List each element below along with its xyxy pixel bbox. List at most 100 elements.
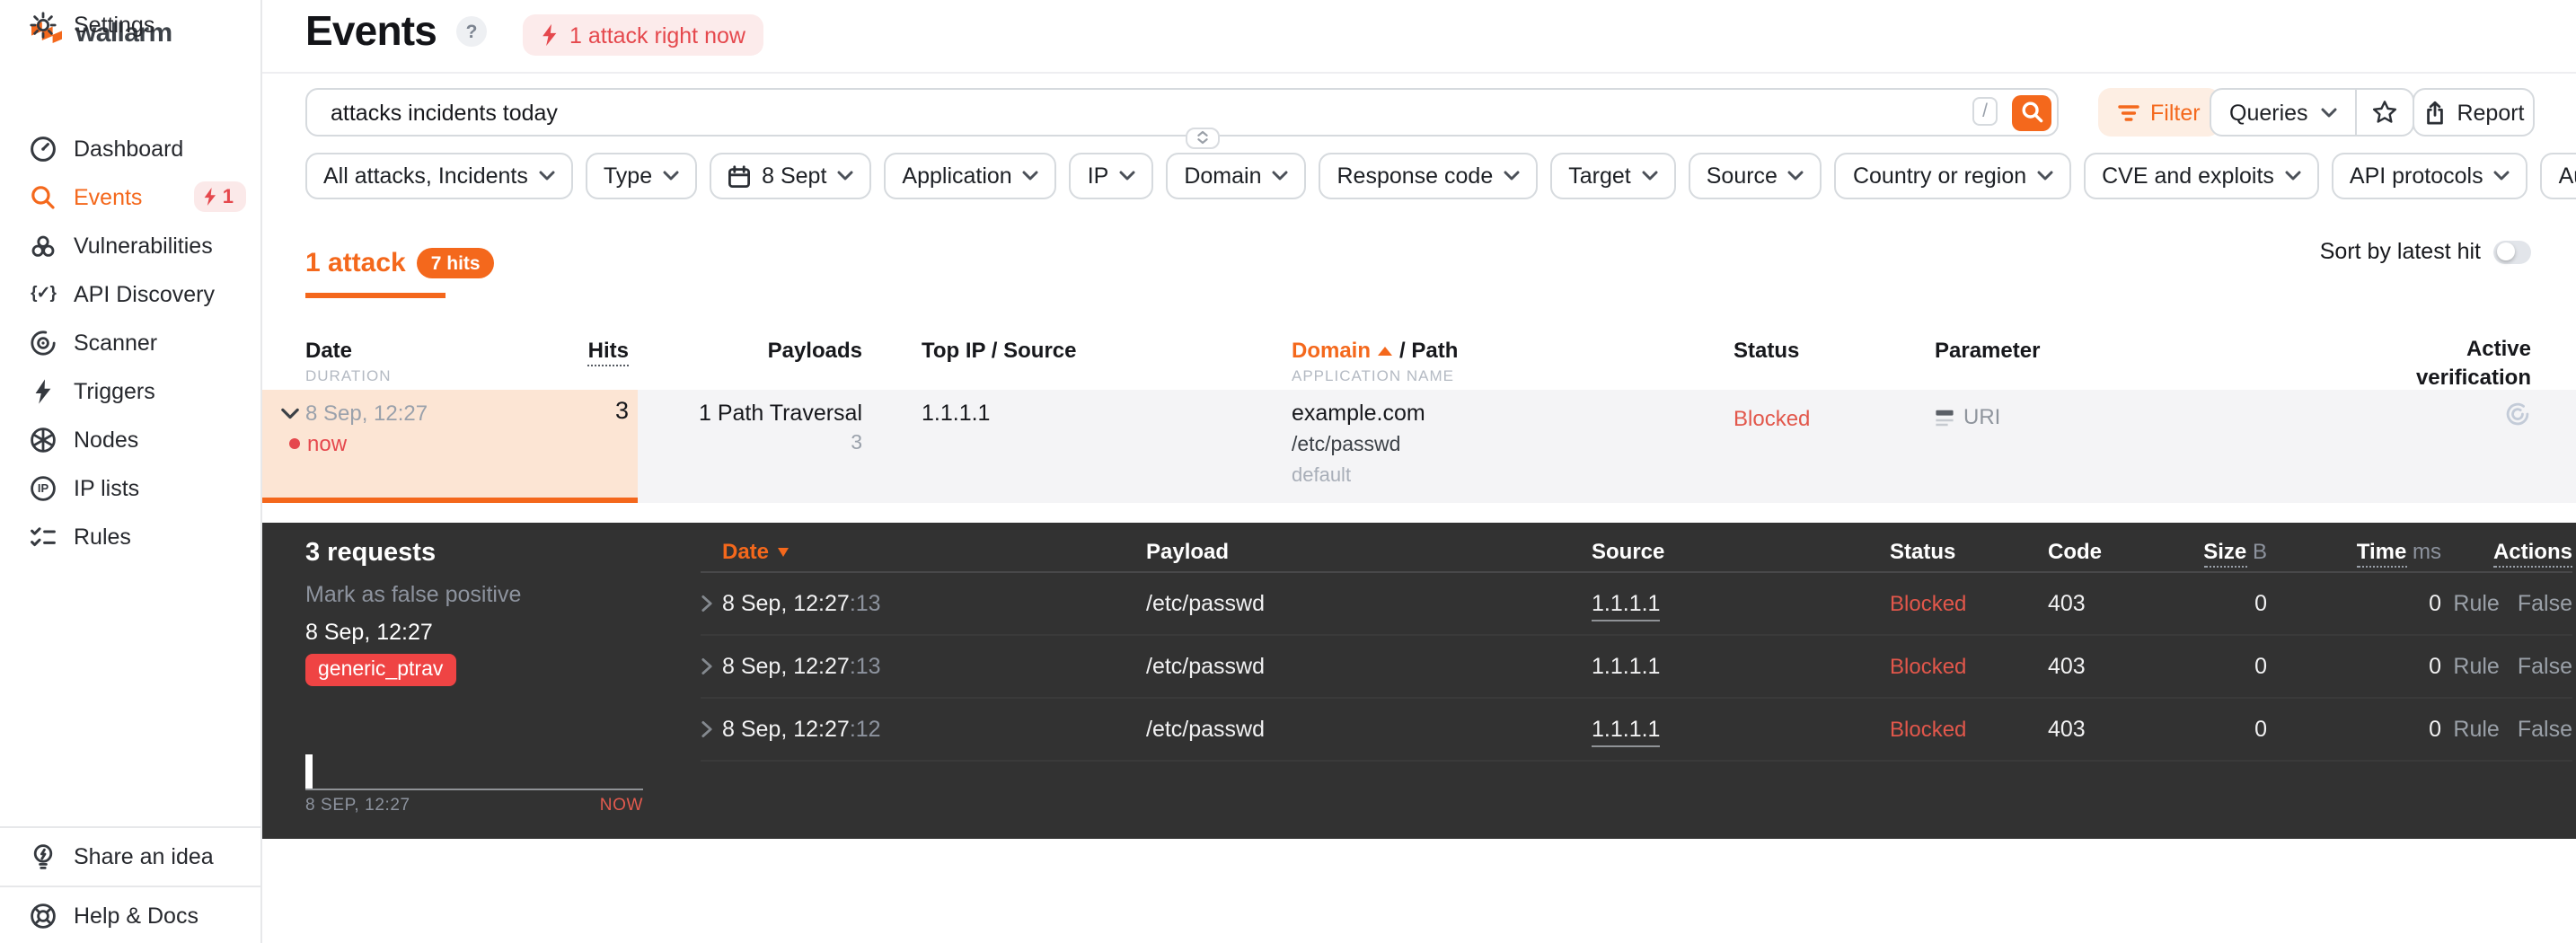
col-hits[interactable]: Hits <box>514 338 629 366</box>
sidebar-item-dashboard[interactable]: Dashboard <box>0 124 260 172</box>
search-input[interactable] <box>307 90 2057 135</box>
rule-action[interactable]: Rule <box>2453 717 2499 742</box>
attack-date: 8 Sep, 12:27 <box>305 401 428 426</box>
request-date: 8 Sep, 12:27:13 <box>722 591 881 616</box>
sidebar-item-nodes[interactable]: Nodes <box>0 415 260 463</box>
favorite-query-button[interactable] <box>2357 90 2413 135</box>
requests-table: Date Payload Source Status Code Size B T… <box>701 530 2572 762</box>
col-domain-path[interactable]: Domain / Path <box>1292 338 1458 363</box>
biohazard-icon <box>29 231 57 260</box>
chevron-down-icon <box>1023 171 1039 181</box>
request-status: Blocked <box>1890 654 1967 679</box>
rule-action[interactable]: Rule <box>2453 591 2499 616</box>
request-payload: /etc/passwd <box>1146 654 1266 679</box>
filter-chip-ip[interactable]: IP <box>1069 153 1154 199</box>
sidebar-item-triggers[interactable]: Triggers <box>0 366 260 415</box>
scanner-icon <box>29 328 57 357</box>
filter-chip-all-attacks[interactable]: All attacks, Incidents <box>305 153 573 199</box>
col-request-status: Status <box>1890 538 1956 563</box>
collapse-row-icon[interactable] <box>280 408 300 420</box>
tab-attacks[interactable]: 1 attack 7 hits <box>305 248 495 278</box>
mark-false-positive-link[interactable]: Mark as false positive <box>305 582 521 607</box>
requests-table-header: Date Payload Source Status Code Size B T… <box>701 530 2572 573</box>
col-request-size[interactable]: Size B <box>2159 538 2267 567</box>
request-row[interactable]: 8 Sep, 12:27:12 /etc/passwd 1.1.1.1 Bloc… <box>701 699 2572 762</box>
filter-button[interactable]: Filter <box>2098 88 2220 137</box>
sidebar-item-help-docs[interactable]: Help & Docs <box>0 896 260 936</box>
attack-payload-type: 1 Path Traversal <box>698 401 862 426</box>
parameter-icon <box>1935 407 1954 427</box>
sidebar-item-scanner[interactable]: Scanner <box>0 318 260 366</box>
sidebar-item-events[interactable]: Events 1 <box>0 172 260 221</box>
sidebar-item-settings[interactable]: Settings <box>0 0 260 48</box>
rule-action[interactable]: Rule <box>2453 654 2499 679</box>
request-source[interactable]: 1.1.1.1 <box>1592 591 1890 621</box>
sidebar-divider <box>0 886 260 887</box>
star-icon <box>2371 99 2398 126</box>
filter-chip-source[interactable]: Source <box>1688 153 1822 199</box>
sidebar-item-label: Vulnerabilities <box>74 233 213 258</box>
sort-toggle[interactable] <box>2493 240 2531 263</box>
search-events-icon <box>29 182 57 211</box>
api-discovery-icon: {✓} <box>31 284 57 304</box>
chevron-down-icon <box>2285 171 2301 181</box>
sidebar: wallarm Dashboard Events 1 Vulnerabiliti… <box>0 0 262 943</box>
request-time: 0 <box>2429 654 2441 679</box>
search-collapse-handle[interactable] <box>1186 127 1220 148</box>
expand-request-icon[interactable] <box>701 657 722 675</box>
col-date: Date <box>305 338 353 363</box>
filter-chip-response-code[interactable]: Response code <box>1319 153 1539 199</box>
request-source[interactable]: 1.1.1.1 <box>1592 654 1890 679</box>
sidebar-item-share-idea[interactable]: Share an idea <box>0 837 260 877</box>
request-actions: Rule False <box>2441 654 2572 679</box>
help-icon[interactable]: ? <box>456 16 487 47</box>
sidebar-item-rules[interactable]: Rules <box>0 512 260 560</box>
filter-chip-target[interactable]: Target <box>1550 153 1676 199</box>
col-request-actions[interactable]: Actions <box>2441 538 2572 567</box>
request-source[interactable]: 1.1.1.1 <box>1592 717 1890 747</box>
attack-row[interactable]: 8 Sep, 12:27 now 3 1 Path Traversal 3 1.… <box>262 390 2576 503</box>
col-request-date[interactable]: Date <box>722 538 1146 563</box>
attacks-table-header: Date DURATION Hits Payloads Top IP / Sou… <box>262 336 2576 390</box>
filter-chip-authentication[interactable]: Authentication <box>2540 153 2576 199</box>
attack-hits: 3 <box>614 397 629 424</box>
filter-chip-application[interactable]: Application <box>884 153 1057 199</box>
attack-detail-time: 8 Sep, 12:27 <box>305 620 433 645</box>
filter-chip-country[interactable]: Country or region <box>1834 153 2072 199</box>
col-duration: DURATION <box>305 366 392 384</box>
false-action[interactable]: False <box>2518 717 2572 742</box>
expand-request-icon[interactable] <box>701 595 722 613</box>
attack-type-tag[interactable]: generic_ptrav <box>305 654 456 686</box>
active-verification-icon[interactable] <box>2504 401 2531 427</box>
expand-request-icon[interactable] <box>701 720 722 738</box>
sort-desc-icon <box>778 547 790 556</box>
attack-now-badge[interactable]: 1 attack right now <box>523 14 763 56</box>
false-action[interactable]: False <box>2518 654 2572 679</box>
filter-chip-cve[interactable]: CVE and exploits <box>2084 153 2319 199</box>
col-status: Status <box>1734 338 1800 363</box>
report-button[interactable]: Report <box>2413 88 2535 137</box>
page-title: Events <box>305 7 437 54</box>
timeline-axis <box>305 789 643 790</box>
sidebar-item-ip-lists[interactable]: IP IP lists <box>0 463 260 512</box>
sidebar-item-vulnerabilities[interactable]: Vulnerabilities <box>0 221 260 269</box>
sidebar-item-label: IP lists <box>74 475 140 500</box>
col-request-time[interactable]: Time ms <box>2267 538 2441 567</box>
sidebar-item-api-discovery[interactable]: {✓} API Discovery <box>0 269 260 318</box>
filter-chip-type[interactable]: Type <box>585 153 698 199</box>
ip-lists-icon: IP <box>29 473 57 502</box>
attack-top-ip[interactable]: 1.1.1.1 <box>922 401 990 426</box>
lightbulb-icon <box>29 842 57 871</box>
toggle-knob <box>2496 242 2514 260</box>
request-row[interactable]: 8 Sep, 12:27:13 /etc/passwd 1.1.1.1 Bloc… <box>701 573 2572 636</box>
filter-chip-api-protocols[interactable]: API protocols <box>2331 153 2528 199</box>
timeline-now-label: NOW <box>599 796 643 815</box>
false-action[interactable]: False <box>2518 591 2572 616</box>
filter-chip-date[interactable]: 8 Sept <box>710 153 872 199</box>
queries-dropdown[interactable]: Queries <box>2211 90 2357 135</box>
attack-details-panel: 3 requests Mark as false positive 8 Sep,… <box>262 523 2576 839</box>
search-button[interactable] <box>2012 94 2051 130</box>
filter-chip-domain[interactable]: Domain <box>1166 153 1307 199</box>
request-row[interactable]: 8 Sep, 12:27:13 /etc/passwd 1.1.1.1 Bloc… <box>701 636 2572 699</box>
request-date: 8 Sep, 12:27:12 <box>722 717 881 742</box>
